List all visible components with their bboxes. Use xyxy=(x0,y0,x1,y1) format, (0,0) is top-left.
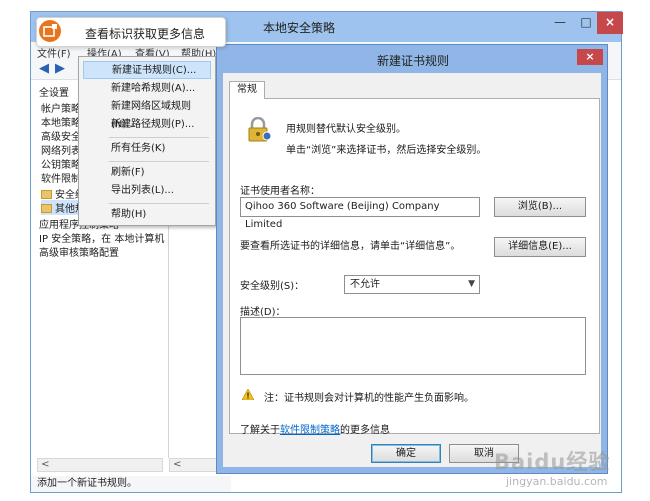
baidu-watermark: Baidu经验 xyxy=(494,450,611,474)
tree-item-local-policies[interactable]: 本地策略 xyxy=(41,114,81,129)
more-info-text: 了解关于软件限制策略的更多信息 xyxy=(240,421,390,436)
browse-button[interactable]: 浏览(B)... xyxy=(494,197,586,217)
dialog-title-bar[interactable]: 新建证书规则 × xyxy=(217,45,607,73)
tree-item-advanced-security[interactable]: 高级安全 xyxy=(41,128,81,143)
general-tab-panel: 用规则替代默认安全级别。 单击“浏览”来选择证书，然后选择安全级别。 证书使用者… xyxy=(229,98,600,436)
close-button[interactable]: × xyxy=(597,12,623,34)
menu-item-export-list[interactable]: 导出列表(L)... xyxy=(83,182,211,200)
info-tooltip: 查看标识获取更多信息 xyxy=(36,17,226,47)
tree-item-software-restriction[interactable]: 软件限制 xyxy=(41,170,81,185)
menu-item-new-path-rule[interactable]: 新建路径规则(P)... xyxy=(83,116,211,134)
tooltip-text: 查看标识获取更多信息 xyxy=(85,27,206,41)
software-restriction-policy-link[interactable]: 软件限制策略 xyxy=(280,425,340,436)
details-button[interactable]: 详细信息(E)... xyxy=(494,237,586,257)
main-window-title: 本地安全策略 xyxy=(263,21,336,35)
menu-item-new-hash-rule[interactable]: 新建哈希规则(A)... xyxy=(83,80,211,98)
list-horizontal-scrollbar[interactable]: < xyxy=(169,458,217,472)
performance-note: 注：证书规则会对计算机的性能产生负面影响。 xyxy=(264,393,474,404)
folder-icon xyxy=(41,190,52,199)
menu-separator xyxy=(109,161,209,162)
dialog-body: 常规 用规则替代默认安全级别。 单击“浏览”来选择证书，然后选择安全级别。 证书… xyxy=(223,73,601,467)
scroll-left-arrow-icon[interactable]: < xyxy=(38,459,49,470)
tree-item-public-key[interactable]: 公钥策略 xyxy=(41,156,81,171)
rule-description: 用规则替代默认安全级别。 xyxy=(286,124,406,135)
security-level-label: 安全级别(S)： xyxy=(240,281,305,292)
tree-item-security-settings[interactable]: 全设置 xyxy=(39,84,69,99)
chevron-down-icon: ▼ xyxy=(468,279,475,289)
minimize-button[interactable]: — xyxy=(549,12,571,34)
security-level-select[interactable]: 不允许 ▼ xyxy=(344,275,480,294)
menu-file[interactable]: 文件(F) xyxy=(37,45,71,60)
description-textarea[interactable] xyxy=(240,317,586,375)
more-info-suffix: 的更多信息 xyxy=(340,425,390,436)
details-hint: 要查看所选证书的详细信息，请单击“详细信息”。 xyxy=(240,241,461,252)
tree-item-account-policies[interactable]: 帐户策略 xyxy=(41,100,81,115)
tree-item-advanced-audit[interactable]: 高级审核策略配置 xyxy=(39,244,119,259)
rule-instruction: 单击“浏览”来选择证书，然后选择安全级别。 xyxy=(286,145,487,156)
info-badge-icon[interactable] xyxy=(39,20,61,42)
scroll-left-arrow-icon[interactable]: < xyxy=(170,459,181,470)
bookmark-icon xyxy=(43,24,57,37)
menu-item-refresh[interactable]: 刷新(F) xyxy=(83,164,211,182)
menu-separator xyxy=(109,203,209,204)
dialog-close-button[interactable]: × xyxy=(577,49,603,65)
menu-item-new-certificate-rule[interactable]: 新建证书规则(C)... xyxy=(83,61,211,79)
tab-general[interactable]: 常规 xyxy=(229,81,265,99)
cert-subject-label: 证书使用者名称： xyxy=(240,186,320,197)
back-arrow-icon[interactable]: ◀ xyxy=(39,61,53,77)
security-level-value: 不允许 xyxy=(350,279,380,290)
more-info-prefix: 了解关于 xyxy=(240,425,280,436)
menu-item-all-tasks[interactable]: 所有任务(K) xyxy=(83,140,211,158)
dialog-title: 新建证书规则 xyxy=(377,54,450,68)
menu-item-new-network-zone-rule[interactable]: 新建网络区域规则(N)... xyxy=(83,98,211,130)
certificate-lock-icon xyxy=(248,117,272,142)
maximize-button[interactable]: □ xyxy=(575,12,597,34)
ok-button[interactable]: 确定 xyxy=(371,444,441,463)
warning-icon xyxy=(242,389,254,400)
baidu-watermark-url: jingyan.baidu.com xyxy=(506,475,608,488)
status-bar: 添加一个新证书规则。 xyxy=(31,476,231,492)
tree-horizontal-scrollbar[interactable]: < xyxy=(37,458,163,472)
folder-icon xyxy=(41,204,52,213)
action-context-menu: 新建证书规则(C)... 新建哈希规则(A)... 新建网络区域规则(N)...… xyxy=(78,56,216,226)
new-certificate-rule-dialog: 新建证书规则 × 常规 用规则替代默认安全级别。 单击“浏览”来选择证书，然后选… xyxy=(216,44,608,474)
menu-item-help[interactable]: 帮助(H) xyxy=(83,206,211,224)
tree-item-ip-security[interactable]: IP 安全策略，在 本地计算机 xyxy=(39,230,164,245)
description-label: 描述(D)： xyxy=(240,307,286,318)
forward-arrow-icon[interactable]: ▶ xyxy=(55,61,69,77)
tree-item-network-list[interactable]: 网络列表 xyxy=(41,142,81,157)
menu-separator xyxy=(109,137,209,138)
cert-subject-field[interactable]: Qihoo 360 Software (Beijing) Company Lim… xyxy=(240,197,480,230)
